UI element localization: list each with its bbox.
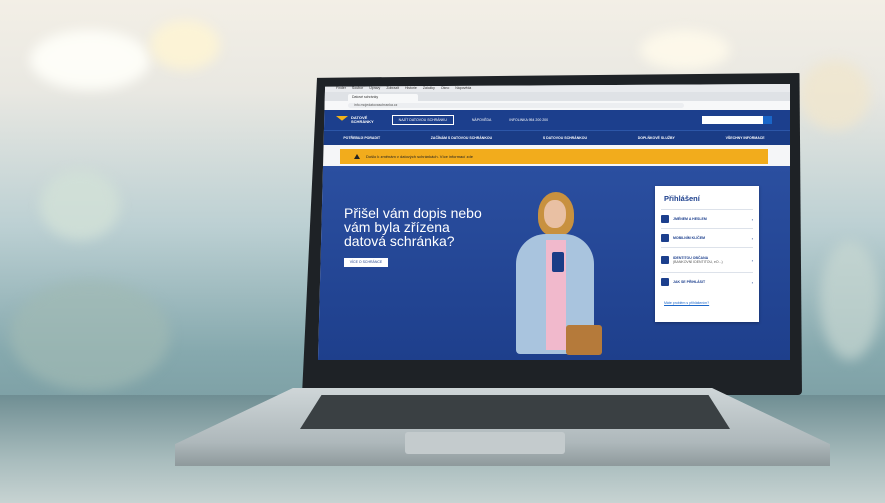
login-panel: Přihlášení JMÉNEM A HESLEM › MOBILNÍM KL… xyxy=(655,186,759,322)
blurred-chairs xyxy=(10,280,170,390)
login-help-link[interactable]: Máte problém s přihlášením? xyxy=(664,301,759,305)
login-password-option[interactable]: JMÉNEM A HESLEM › xyxy=(661,209,753,228)
main-nav: POTŘEBUJI PORADIT ZAČÍNÁM S DATOVOU SCHR… xyxy=(318,130,790,145)
browser-tab-strip: Datové schránky xyxy=(318,92,790,101)
blurred-window xyxy=(820,240,880,360)
menubar-item[interactable]: Historie xyxy=(405,86,417,90)
hotline-link[interactable]: INFOLINKA 954 200 200 xyxy=(509,118,548,122)
nav-item[interactable]: POTŘEBUJI PORADIT xyxy=(343,136,380,140)
menubar-item[interactable]: Úpravy xyxy=(369,86,380,90)
bokeh-light xyxy=(150,20,220,70)
warning-icon xyxy=(354,154,360,159)
menubar-item[interactable]: Soubor xyxy=(352,86,363,90)
browser-tab[interactable]: Datové schránky xyxy=(348,94,418,101)
bokeh-light xyxy=(40,170,120,240)
menubar-item[interactable]: Nápověda xyxy=(455,86,471,90)
bokeh-light xyxy=(30,30,150,90)
dots-icon xyxy=(661,278,669,286)
login-title: Přihlášení xyxy=(664,194,700,203)
person-icon xyxy=(661,215,669,223)
notice-banner: Došlo k změnám v datových schránkách. Ví… xyxy=(340,149,768,164)
menubar-item[interactable]: Zobrazit xyxy=(386,86,399,90)
search-icon[interactable] xyxy=(763,116,772,124)
url-field[interactable]: info.mojedatovaschranka.cz xyxy=(348,103,684,108)
chevron-right-icon: › xyxy=(751,235,753,241)
chevron-right-icon: › xyxy=(751,279,753,285)
notice-text: Došlo k změnám v datových schránkách. Ví… xyxy=(366,154,473,159)
bokeh-light xyxy=(800,60,870,130)
site-logo[interactable]: DATOVÉ SCHRÁNKY xyxy=(336,115,374,125)
login-identity-option[interactable]: IDENTITOU OBČANA (BANKOVNÍ IDENTITOU, eO… xyxy=(661,247,753,272)
mobile-key-icon xyxy=(661,234,669,242)
identity-icon xyxy=(661,256,669,264)
nav-item[interactable]: VŠECHNY INFORMACE xyxy=(726,136,765,140)
hero-section: Přišel vám dopis nebo vám byla zřízena d… xyxy=(318,166,790,360)
address-bar: info.mojedatovaschranka.cz xyxy=(318,101,790,110)
login-mobile-key-option[interactable]: MOBILNÍM KLÍČEM › xyxy=(661,228,753,247)
search-input[interactable] xyxy=(702,116,772,124)
nav-item[interactable]: S DATOVOU SCHRÁNKOU xyxy=(543,136,587,140)
help-link[interactable]: NÁPOVĚDA xyxy=(472,118,491,122)
logo-line-2: SCHRÁNKY xyxy=(351,119,374,124)
photo-scene: Finder Soubor Úpravy Zobrazit Historie Z… xyxy=(0,0,885,503)
chevron-right-icon: › xyxy=(751,216,753,222)
menubar-item[interactable]: Záložky xyxy=(423,86,435,90)
laptop-screen: Finder Soubor Úpravy Zobrazit Historie Z… xyxy=(318,84,790,360)
handbag xyxy=(566,325,602,355)
hero-button[interactable]: VÍCE O SCHRÁNCE xyxy=(344,258,388,267)
nav-item[interactable]: DOPLŇKOVÉ SLUŽBY xyxy=(638,136,675,140)
menubar-item[interactable]: Okno xyxy=(441,86,449,90)
hero-title: Přišel vám dopis nebo vám byla zřízena d… xyxy=(344,205,482,249)
bokeh-light xyxy=(640,30,730,70)
find-mailbox-button[interactable]: NAJÍT DATOVOU SCHRÁNKU xyxy=(391,115,454,125)
phone-icon xyxy=(552,252,564,272)
nav-item[interactable]: ZAČÍNÁM S DATOVOU SCHRÁNKOU xyxy=(431,136,492,140)
chevron-right-icon: › xyxy=(751,257,753,263)
site-header: DATOVÉ SCHRÁNKY NAJÍT DATOVOU SCHRÁNKU N… xyxy=(318,110,790,130)
envelope-logo-icon xyxy=(336,116,348,121)
laptop-keyboard xyxy=(300,395,730,429)
laptop-trackpad xyxy=(405,432,565,454)
login-howto-option[interactable]: JAK SE PŘIHLÁSIT › xyxy=(661,272,753,291)
woman-with-phone-photo xyxy=(508,190,603,360)
